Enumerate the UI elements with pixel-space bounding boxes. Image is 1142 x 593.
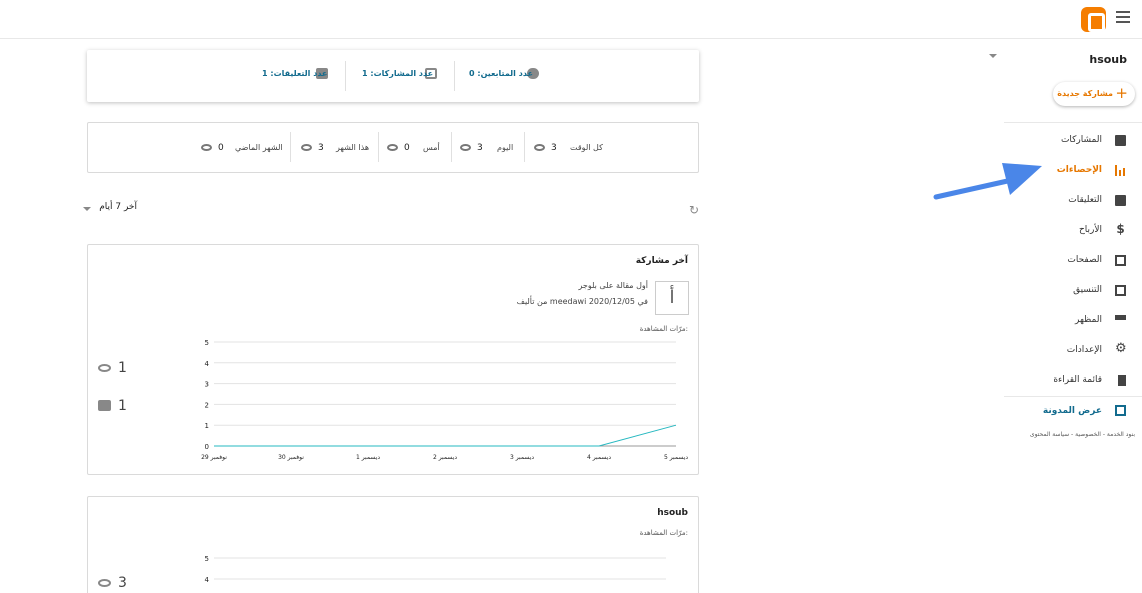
sidebar-item-settings[interactable]: ⚙ الإعدادات	[1004, 336, 1142, 366]
eye-icon	[301, 144, 312, 151]
y-tick-label: 2	[205, 401, 209, 409]
pages-icon	[1115, 255, 1126, 266]
period-label: اليوم	[497, 143, 514, 152]
view-blog-label: عرض المدونة	[1042, 406, 1102, 416]
blog-views-chart: 45	[205, 555, 666, 584]
sidebar-item-layout[interactable]: التنسيق	[1004, 276, 1142, 306]
period-label: الشهر الماضي	[235, 143, 283, 152]
divider	[524, 132, 525, 162]
period-stats-card: 0 الشهر الماضي 3 هذا الشهر 0 أمس 3 اليوم…	[87, 122, 699, 173]
stats-icon	[1115, 165, 1126, 176]
divider	[290, 132, 291, 162]
latest-post-card: آخر مشاركة أ أول مقالة على بلوجر من تألي…	[87, 244, 699, 475]
date-range-label: آخر 7 أيام	[99, 202, 137, 212]
x-tick-label: ديسمبر 2	[433, 454, 457, 461]
chevron-down-icon	[989, 54, 997, 58]
divider	[1004, 122, 1142, 123]
comments-count: عدد التعليقات: 1	[262, 69, 328, 78]
sidebar-item-pages[interactable]: الصفحات	[1004, 246, 1142, 276]
sidebar-item-label: الأرباح	[1078, 225, 1102, 235]
eye-icon	[460, 144, 471, 151]
blog-selector[interactable]: hsoub	[985, 50, 1135, 68]
annotation-arrow-icon	[933, 163, 1042, 200]
theme-icon	[1115, 315, 1126, 320]
divider	[451, 132, 452, 162]
period-value: 0	[404, 143, 410, 153]
period-value: 0	[218, 143, 224, 153]
x-tick-label: ديسمبر 1	[356, 454, 380, 461]
period-label: أمس	[423, 143, 440, 152]
blog-stats-card: hsoub مرّات المشاهدة: 3 45	[87, 496, 699, 593]
followers-count: عدد المتابعين: 0	[469, 69, 533, 78]
y-tick-label: 3	[205, 381, 209, 389]
sidebar-item-label: المشاركات	[1060, 135, 1102, 145]
refresh-icon[interactable]: ↻	[689, 203, 699, 217]
sidebar-item-label: المظهر	[1075, 315, 1102, 325]
date-range-select[interactable]: آخر 7 أيام	[80, 202, 140, 216]
sidebar-item-label: الإعدادات	[1066, 345, 1102, 355]
y-tick-label: 0	[205, 443, 209, 451]
views-line-chart: 0 1 2 3 4 5 نوفمبر 29 نوفمبر 30 ديسمبر 1 ديسمبر 2…	[201, 339, 688, 461]
posts-icon	[1115, 135, 1126, 146]
sidebar-item-label: التنسيق	[1073, 285, 1102, 295]
plus-icon: +	[1115, 84, 1128, 102]
x-tick-label: ديسمبر 5	[664, 454, 688, 461]
y-tick-label: 1	[205, 422, 209, 430]
sidebar-item-label: التعليقات	[1068, 195, 1102, 205]
divider	[1004, 396, 1142, 397]
comments-icon	[1115, 195, 1126, 206]
sidebar-item-posts[interactable]: المشاركات	[1004, 126, 1142, 156]
period-label: كل الوقت	[570, 143, 603, 152]
new-post-button[interactable]: مشاركة جديدة +	[1053, 82, 1135, 106]
y-tick-label: 4	[205, 576, 210, 584]
x-tick-label: ديسمبر 4	[587, 454, 611, 461]
sidebar-item-label: قائمة القراءة	[1053, 375, 1102, 385]
sidebar-item-earnings[interactable]: $ الأرباح	[1004, 216, 1142, 246]
divider	[345, 61, 346, 91]
period-value: 3	[551, 143, 557, 153]
sidebar-item-reading-list[interactable]: قائمة القراءة	[1004, 366, 1142, 396]
series-line	[214, 424, 677, 447]
y-tick-label: 5	[205, 339, 209, 347]
bookmark-icon	[1118, 375, 1126, 386]
sidebar-item-label: الإحصاءات	[1056, 165, 1102, 175]
period-value: 3	[318, 143, 324, 153]
sidebar-item-label: الصفحات	[1067, 255, 1102, 265]
top-bar	[0, 0, 1142, 39]
period-value: 3	[477, 143, 483, 153]
period-label: هذا الشهر	[336, 143, 370, 152]
layout-icon	[1115, 285, 1126, 296]
x-tick-label: ديسمبر 3	[510, 454, 534, 461]
eye-icon	[387, 144, 398, 151]
y-tick-label: 4	[205, 360, 210, 368]
divider	[454, 61, 455, 91]
x-tick-label: نوفمبر 29	[201, 454, 227, 461]
y-tick-label: 5	[205, 555, 209, 563]
chevron-down-icon	[83, 207, 91, 211]
footer-links[interactable]: بنود الخدمة - الخصوصية - سياسة المحتوى	[1030, 431, 1135, 438]
dollar-icon: $	[1116, 222, 1125, 236]
x-tick-label: نوفمبر 30	[278, 454, 304, 461]
posts-count: عدد المشاركات: 1	[362, 69, 434, 78]
blogger-logo-icon[interactable]	[1081, 7, 1106, 32]
eye-icon	[201, 144, 212, 151]
blog-name: hsoub	[1089, 53, 1127, 66]
hamburger-icon[interactable]	[1116, 11, 1130, 25]
summary-card: عدد التعليقات: 1 عدد المشاركات: 1 عدد ال…	[87, 50, 699, 102]
new-post-label: مشاركة جديدة	[1057, 89, 1113, 98]
divider	[378, 132, 379, 162]
external-link-icon	[1115, 405, 1126, 416]
eye-icon	[534, 144, 545, 151]
gear-icon: ⚙	[1115, 341, 1127, 356]
view-blog-link[interactable]: عرض المدونة	[1004, 400, 1142, 422]
sidebar-item-theme[interactable]: المظهر	[1004, 306, 1142, 336]
